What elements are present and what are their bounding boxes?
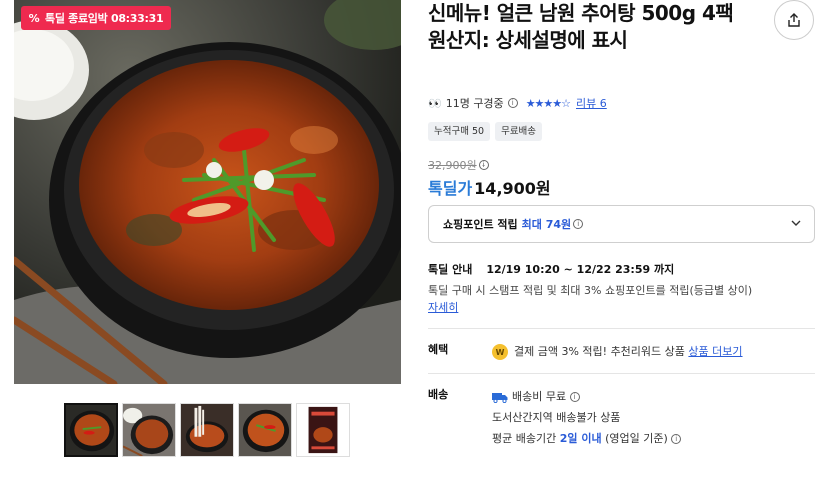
benefit-more-link[interactable]: 상품 더보기 <box>688 345 742 358</box>
info-icon[interactable]: i <box>478 160 489 170</box>
point-max: 최대 74원 <box>521 218 572 231</box>
original-price-value: 32,900원 <box>428 159 477 172</box>
info-icon[interactable]: i <box>573 219 584 229</box>
deal-price-label: 톡딜가 <box>428 179 473 198</box>
viewer-count: 11명 구경중 <box>445 97 504 110</box>
shipping-row: 배송 배송비 무료 i 도서산간지역 배송불가 상품 평균 배송기간 2일 이내… <box>428 386 682 449</box>
deal-info-label: 톡딜 안내 <box>428 263 473 276</box>
divider <box>428 328 815 329</box>
info-icon[interactable]: i <box>569 392 580 402</box>
share-icon <box>788 13 800 27</box>
benefit-text: 결제 금액 3% 적립! 추천리워드 상품 <box>514 345 685 358</box>
product-chips: 누적구매 50 무료배송 <box>428 122 543 141</box>
product-title: 신메뉴! 얼큰 남원 추어탕 500g 4팩 <box>428 1 734 25</box>
deal-description-text: 톡딜 구매 시 스탬프 적립 및 최대 3% 쇼핑포인트를 적립(등급별 상이) <box>428 284 753 297</box>
benefit-row: 혜택 W 결제 금액 3% 적립! 추천리워드 상품 상품 더보기 <box>428 341 743 362</box>
thumbnail-4[interactable] <box>238 403 292 457</box>
deal-price-value: 14,900원 <box>474 179 551 198</box>
truck-icon <box>492 393 508 403</box>
product-origin: 원산지: 상세설명에 표시 <box>428 28 628 52</box>
chip-cumulative-purchase: 누적구매 50 <box>428 122 491 141</box>
point-label: 쇼핑포인트 적립 <box>443 218 518 231</box>
thumbnail-3[interactable] <box>180 403 234 457</box>
divider <box>428 373 815 374</box>
avg-delivery-days: 2일 이내 <box>559 432 602 445</box>
thumbnail-strip <box>64 403 350 457</box>
thumbnail-1[interactable] <box>64 403 118 457</box>
original-price: 32,900원 i <box>428 157 489 173</box>
info-icon[interactable]: i <box>671 434 682 444</box>
thumbnail-2[interactable] <box>122 403 176 457</box>
eyes-icon: 👀 <box>428 96 442 110</box>
reward-coin-icon: W <box>492 344 508 360</box>
deal-info-section: 톡딜 안내 12/19 10:20 ~ 12/22 23:59 까지 톡딜 구매… <box>428 261 818 316</box>
deal-more-link[interactable]: 자세히 <box>428 301 458 314</box>
rating-stars: ★★★★☆ <box>525 96 571 110</box>
thumbnail-5[interactable] <box>296 403 350 457</box>
shipping-fee: 배송비 무료 <box>512 390 567 403</box>
share-button[interactable] <box>774 0 814 40</box>
info-icon[interactable]: i <box>507 98 518 108</box>
benefit-label: 혜택 <box>428 343 449 356</box>
product-info: 신메뉴! 얼큰 남원 추어탕 500g 4팩 원산지: 상세설명에 표시 <box>428 0 828 54</box>
deal-price-row: 톡딜가 14,900원 <box>428 175 551 199</box>
deal-countdown-badge: % 톡딜 종료임박 08:33:31 <box>21 6 172 30</box>
avg-delivery-prefix: 평균 배송기간 <box>492 432 557 445</box>
rating-row: 👀 11명 구경중 i ★★★★☆ 리뷰 6 <box>428 95 607 111</box>
shipping-restriction: 도서산간지역 배송불가 상품 <box>492 411 621 424</box>
chip-free-shipping: 무료배송 <box>495 122 543 141</box>
chevron-down-icon <box>791 220 801 226</box>
deal-description: 톡딜 구매 시 스탬프 적립 및 최대 3% 쇼핑포인트를 적립(등급별 상이)… <box>428 282 818 316</box>
deal-badge-label: 톡딜 종료임박 08:33:31 <box>45 12 164 25</box>
main-product-image <box>14 0 401 384</box>
avg-delivery-suffix: (영업일 기준) <box>605 432 668 445</box>
percent-icon: % <box>28 11 40 25</box>
shipping-label: 배송 <box>428 388 449 401</box>
deal-period: 12/19 10:20 ~ 12/22 23:59 까지 <box>486 263 675 276</box>
shopping-point-dropdown[interactable]: 쇼핑포인트 적립 최대 74원 i <box>428 205 815 243</box>
review-link[interactable]: 리뷰 6 <box>576 95 607 111</box>
